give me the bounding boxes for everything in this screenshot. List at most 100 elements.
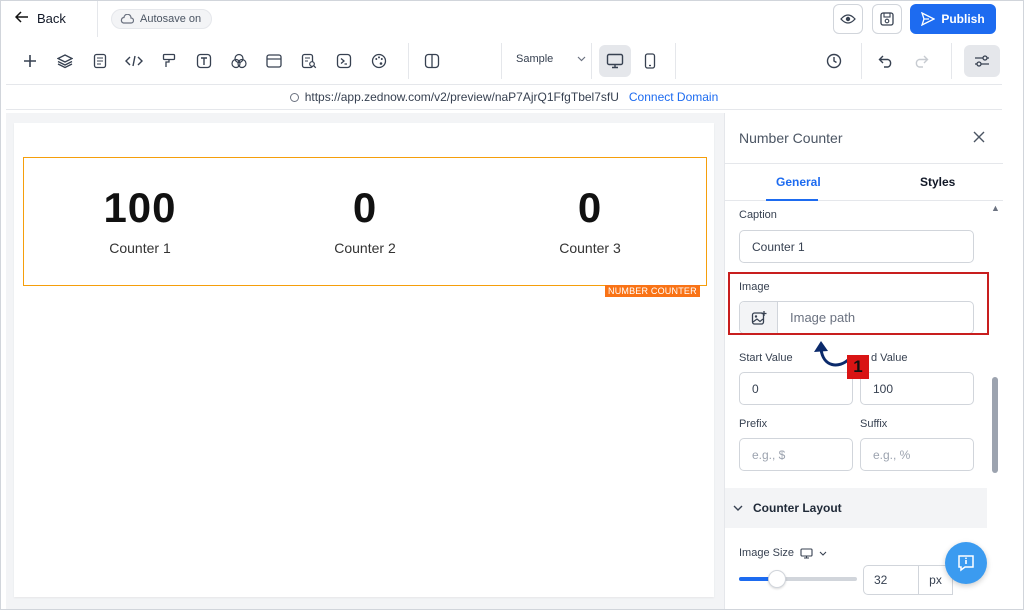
text-icon xyxy=(196,53,212,69)
editor-canvas: 100 Counter 1 0 Counter 2 0 Counter 3 NU… xyxy=(6,113,724,609)
theme-button[interactable] xyxy=(368,50,390,72)
counter-caption: Counter 1 xyxy=(109,240,171,256)
end-value-input[interactable]: 100 xyxy=(860,372,974,405)
undo-button[interactable] xyxy=(875,50,897,72)
preview-button[interactable] xyxy=(833,4,863,34)
counter-value: 0 xyxy=(352,184,378,231)
caption-label: Caption xyxy=(739,209,777,221)
suffix-input[interactable]: e.g., % xyxy=(860,438,974,471)
tab-styles[interactable]: Styles xyxy=(920,175,955,189)
slider-thumb[interactable] xyxy=(768,570,786,588)
help-chat-button[interactable] xyxy=(945,542,987,584)
monitor-icon[interactable] xyxy=(800,547,813,559)
suffix-label: Suffix xyxy=(860,418,888,430)
divider xyxy=(591,43,592,79)
arrow-left-icon xyxy=(14,10,29,26)
page-select[interactable]: Sample xyxy=(516,53,586,65)
annotation-highlight-box xyxy=(728,272,989,335)
document-icon xyxy=(93,53,107,69)
autosave-status: Autosave on xyxy=(111,9,213,29)
chat-info-icon xyxy=(958,555,974,572)
divider xyxy=(861,43,862,79)
prefix-input[interactable]: e.g., $ xyxy=(739,438,853,471)
publish-label: Publish xyxy=(941,12,985,26)
section-title: Counter Layout xyxy=(753,501,842,515)
counter-value: 0 xyxy=(577,184,603,231)
image-size-label-row: Image Size xyxy=(739,547,827,559)
start-value-input[interactable]: 0 xyxy=(739,372,853,405)
start-value-label: Start Value xyxy=(739,352,793,364)
image-size-input[interactable]: 32 xyxy=(863,565,919,595)
preview-url-bar: https://app.zednow.com/v2/preview/naP7Aj… xyxy=(6,84,1002,110)
save-icon xyxy=(880,12,894,26)
status-circle-icon xyxy=(289,92,299,102)
chevron-down-icon xyxy=(577,56,586,62)
counter-caption: Counter 3 xyxy=(559,240,621,256)
counter-layout-section[interactable]: Counter Layout xyxy=(725,488,987,528)
end-value-label: d Value xyxy=(871,352,908,364)
close-panel-button[interactable] xyxy=(973,127,985,148)
columns-icon xyxy=(424,53,440,69)
scrollbar-thumb[interactable] xyxy=(992,377,998,473)
number-counter-component[interactable]: 100 Counter 1 0 Counter 2 0 Counter 3 xyxy=(23,157,707,286)
history-button[interactable] xyxy=(823,50,845,72)
color-circles-icon xyxy=(231,53,247,69)
cloud-icon xyxy=(120,14,134,24)
editor-toolbar: Sample xyxy=(6,41,1002,81)
panel-settings-button[interactable] xyxy=(964,45,1000,77)
tab-general[interactable]: General xyxy=(776,175,821,189)
connect-domain-link[interactable]: Connect Domain xyxy=(629,90,718,104)
undo-icon xyxy=(878,55,892,68)
divider xyxy=(408,43,409,79)
image-size-label: Image Size xyxy=(739,547,795,559)
send-icon xyxy=(921,12,936,26)
layout-button[interactable] xyxy=(263,50,285,72)
terminal-icon xyxy=(336,53,352,69)
add-element-button[interactable] xyxy=(19,50,41,72)
redo-icon xyxy=(915,55,929,68)
page-preview[interactable]: 100 Counter 1 0 Counter 2 0 Counter 3 NU… xyxy=(14,123,714,597)
color-button[interactable] xyxy=(228,50,250,72)
paint-button[interactable] xyxy=(158,50,180,72)
typography-button[interactable] xyxy=(193,50,215,72)
document-search-icon xyxy=(301,53,317,69)
mobile-view-button[interactable] xyxy=(634,45,666,77)
back-button[interactable]: Back xyxy=(14,10,66,26)
window-icon xyxy=(266,54,282,68)
autosave-label: Autosave on xyxy=(140,13,202,25)
code-icon xyxy=(125,55,143,67)
counter-caption: Counter 2 xyxy=(334,240,396,256)
divider xyxy=(675,43,676,79)
terminal-button[interactable] xyxy=(333,50,355,72)
publish-button[interactable]: Publish xyxy=(910,4,996,34)
layers-button[interactable] xyxy=(54,50,76,72)
redo-button[interactable] xyxy=(910,50,932,72)
split-view-button[interactable] xyxy=(421,50,443,72)
desktop-view-button[interactable] xyxy=(599,45,631,77)
code-button[interactable] xyxy=(123,50,145,72)
page-select-value: Sample xyxy=(516,53,554,65)
counter-value: 100 xyxy=(103,184,177,231)
panel-title: Number Counter xyxy=(739,130,843,146)
chevron-down-icon[interactable] xyxy=(819,551,827,556)
phone-icon xyxy=(644,53,656,69)
pages-button[interactable] xyxy=(89,50,111,72)
divider xyxy=(501,43,502,79)
component-type-tag: NUMBER COUNTER xyxy=(605,285,700,297)
scroll-up-arrow-icon[interactable]: ▲ xyxy=(991,203,1000,213)
image-size-slider[interactable] xyxy=(739,570,857,588)
chevron-down-icon xyxy=(733,505,743,511)
counter-item: 100 Counter 1 xyxy=(40,184,240,257)
caption-input[interactable]: Counter 1 xyxy=(739,230,974,263)
counter-item: 0 Counter 2 xyxy=(265,184,465,257)
monitor-icon xyxy=(606,53,624,69)
preview-url[interactable]: https://app.zednow.com/v2/preview/naP7Aj… xyxy=(305,90,619,104)
prefix-label: Prefix xyxy=(739,418,768,430)
eye-icon xyxy=(840,14,856,24)
step-number-badge: 1 xyxy=(847,355,869,379)
panel-tabs: General Styles xyxy=(725,163,1003,201)
editor-window: Back Autosave on Publish Sample https://… xyxy=(0,0,1024,610)
seo-button[interactable] xyxy=(298,50,320,72)
save-button[interactable] xyxy=(872,4,902,34)
close-icon xyxy=(973,131,985,143)
